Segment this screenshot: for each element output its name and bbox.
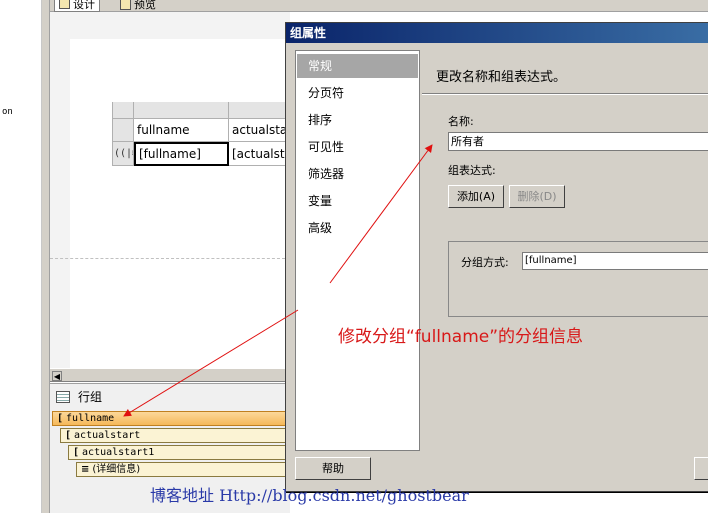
page-break-line <box>50 258 285 259</box>
row-group-details[interactable]: ≡ (详细信息) <box>76 462 290 477</box>
group-by-expression-field[interactable]: [fullname] <box>522 252 708 270</box>
nav-item-page-breaks[interactable]: 分页符 <box>297 81 418 105</box>
column-handle[interactable] <box>134 102 229 119</box>
designer-tab-bar: 设计 预览 <box>50 0 708 12</box>
nav-item-visibility[interactable]: 可见性 <box>297 135 418 159</box>
nav-item-advanced[interactable]: 高级 <box>297 216 418 240</box>
row-groups-title: 行组 <box>78 390 103 404</box>
left-panel-text: on <box>2 107 13 117</box>
group-bracket-icon: [ <box>57 413 64 424</box>
group-bracket-icon: [ <box>65 430 72 441</box>
name-label: 名称: <box>448 115 474 128</box>
group-properties-dialog: 组属性 常规 分页符 排序 可见性 筛选器 变量 高级 更改名称和组表达式。 名… <box>285 22 708 492</box>
ok-button[interactable] <box>694 457 708 480</box>
help-button[interactable]: 帮助 <box>295 457 371 480</box>
row-group-actualstart1[interactable]: [actualstart1 <box>68 445 290 460</box>
report-body <box>70 39 290 368</box>
group-expression-label: 组表达式: <box>448 164 496 177</box>
tablix-detail-row: ((|≡ [fullname] [actualsta <box>112 142 289 166</box>
content-heading: 更改名称和组表达式。 <box>436 70 567 85</box>
group-name-input[interactable]: 所有者 <box>448 132 708 151</box>
add-button[interactable]: 添加(A) <box>448 185 504 208</box>
preview-icon <box>120 0 131 10</box>
design-icon <box>59 0 70 9</box>
row-group-fullname[interactable]: [fullname <box>52 411 290 426</box>
row-group-marker[interactable]: ((|≡ <box>112 142 134 166</box>
group-by-label: 分组方式: <box>461 256 509 269</box>
design-surface <box>50 12 290 368</box>
tablix-top-handle-row <box>112 102 289 119</box>
row-group-actualstart[interactable]: [actualstart <box>60 428 290 443</box>
row-group-label: (详细信息) <box>92 464 141 475</box>
tablix-header-row: fullname actualsta <box>112 119 289 142</box>
screenshot-root: on 设计 预览 fullname actualsta ((|≡ [fulln <box>0 0 708 513</box>
row-group-label: fullname <box>66 413 115 424</box>
detail-cell-fullname[interactable]: [fullname] <box>134 142 229 166</box>
details-icon: ≡ <box>81 464 90 475</box>
dialog-nav-list: 常规 分页符 排序 可见性 筛选器 变量 高级 <box>295 50 420 451</box>
left-panel: on <box>0 0 42 513</box>
column-handle[interactable] <box>229 102 289 119</box>
nav-item-variables[interactable]: 变量 <box>297 189 418 213</box>
delete-button[interactable]: 删除(D) <box>509 185 565 208</box>
annotation-text: 修改分组“fullname”的分组信息 <box>338 327 584 347</box>
row-groups-icon <box>56 390 70 403</box>
tab-preview-label: 预览 <box>134 0 156 11</box>
row-group-label: actualstart1 <box>82 447 155 458</box>
row-groups-header: 行组 <box>50 388 102 405</box>
scroll-left-icon[interactable]: ◀ <box>52 371 62 381</box>
tab-design-label: 设计 <box>73 0 95 11</box>
header-cell-fullname[interactable]: fullname <box>134 119 229 142</box>
dialog-title[interactable]: 组属性 <box>286 23 708 43</box>
nav-item-filters[interactable]: 筛选器 <box>297 162 418 186</box>
content-divider <box>422 93 708 95</box>
nav-item-general[interactable]: 常规 <box>297 54 418 78</box>
row-group-label: actualstart <box>74 430 141 441</box>
tablix-corner-handle[interactable] <box>112 102 134 119</box>
nav-item-sorting[interactable]: 排序 <box>297 108 418 132</box>
blog-watermark: 博客地址 Http://blog.csdn.net/ghostbear <box>150 486 469 505</box>
header-cell-actualstart[interactable]: actualsta <box>229 119 289 142</box>
dialog-content: 更改名称和组表达式。 名称: 所有者 组表达式: 添加(A) 删除(D) 分组方… <box>422 50 708 451</box>
tab-preview[interactable]: 预览 <box>116 0 160 12</box>
splitter[interactable] <box>42 0 50 513</box>
detail-cell-actualstart[interactable]: [actualsta <box>229 142 289 166</box>
horizontal-scrollbar[interactable]: ◀ <box>50 368 290 382</box>
tab-design[interactable]: 设计 <box>54 0 100 12</box>
group-bracket-icon: [ <box>73 447 80 458</box>
row-handle[interactable] <box>112 119 134 142</box>
